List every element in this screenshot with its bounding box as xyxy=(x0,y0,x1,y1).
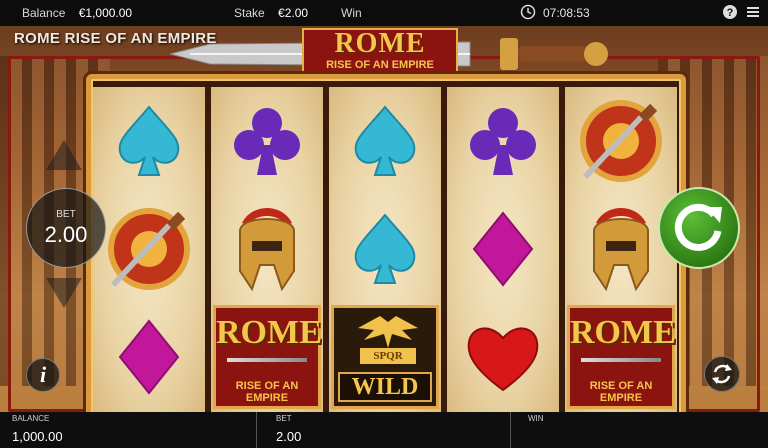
heart-icon xyxy=(467,327,539,392)
sword-icon xyxy=(581,358,661,362)
spin-arrow-icon xyxy=(674,203,722,251)
wild-symbol: SPQR WILD xyxy=(331,305,439,409)
win-display: Win xyxy=(341,6,362,20)
reel-cell: ROME RISE OF AN EMPIRE xyxy=(565,303,677,411)
svg-text:?: ? xyxy=(727,7,734,19)
helmet-icon xyxy=(593,208,649,292)
bet-decrease-button[interactable] xyxy=(46,278,82,308)
reel-2: ROME RISE OF AN EMPIRE xyxy=(211,87,323,412)
bottom-status-bar: BALANCE 1,000.00 BET 2.00 WIN xyxy=(0,412,768,448)
spade-icon xyxy=(354,105,416,176)
bet-selector[interactable]: BET 2.00 xyxy=(26,188,106,268)
help-icon[interactable]: ? xyxy=(722,4,738,20)
rome-scatter-symbol: ROME RISE OF AN EMPIRE xyxy=(567,305,676,409)
bet-selector-label: BET xyxy=(56,209,76,220)
reel-cell xyxy=(211,87,323,195)
reel-cell xyxy=(93,87,205,195)
reel-cell xyxy=(93,195,205,303)
reel-cell: SPQR WILD xyxy=(329,303,441,411)
reel-1 xyxy=(93,87,205,412)
logo-subtitle: RISE OF AN EMPIRE xyxy=(326,59,434,71)
info-button[interactable]: i xyxy=(26,358,60,392)
bottom-bet-label: BET xyxy=(276,414,292,423)
reel-4 xyxy=(447,87,559,412)
spade-icon xyxy=(118,105,180,176)
balance-label: Balance xyxy=(22,6,66,20)
bottom-balance: BALANCE 1,000.00 xyxy=(0,412,256,448)
reel-cell xyxy=(447,195,559,303)
rome-symbol-subtitle: RISE OF AN EMPIRE xyxy=(589,380,653,404)
spin-button[interactable] xyxy=(658,187,740,269)
reel-cell xyxy=(93,303,205,411)
reel-cell xyxy=(565,87,677,195)
helmet-icon xyxy=(239,208,295,292)
reel-cell xyxy=(329,87,441,195)
logo-title: ROME xyxy=(334,28,426,59)
shield-sword-icon xyxy=(108,208,190,290)
rome-symbol-title: ROME xyxy=(216,314,322,351)
diamond-icon xyxy=(472,211,534,287)
top-status-bar: Balance €1,000.00 Stake €2.00 Win 07:08:… xyxy=(0,0,768,26)
game-scene: ROME RISE OF AN EMPIRE ROME RISE OF AN E… xyxy=(0,26,768,412)
divider xyxy=(256,412,257,448)
wild-text: WILD xyxy=(338,372,432,402)
sword-icon xyxy=(227,358,307,362)
club-icon xyxy=(470,108,536,175)
club-icon xyxy=(234,108,300,175)
bottom-balance-value: 1,000.00 xyxy=(12,429,63,444)
reel-cell: ROME RISE OF AN EMPIRE xyxy=(211,303,323,411)
stake-value: €2.00 xyxy=(278,6,309,20)
autoplay-button[interactable] xyxy=(704,356,740,392)
reel-cell xyxy=(329,195,441,303)
rome-symbol-title: ROME xyxy=(570,314,676,351)
bet-selector-value: 2.00 xyxy=(44,222,88,247)
game-logo: ROME RISE OF AN EMPIRE xyxy=(302,28,458,76)
reel-cell xyxy=(447,303,559,411)
autoplay-icon xyxy=(712,364,732,384)
bottom-bet: BET 2.00 xyxy=(264,412,510,448)
bottom-win-label: WIN xyxy=(528,414,544,423)
reel-3: SPQR WILD xyxy=(329,87,441,412)
reel-cell xyxy=(447,87,559,195)
bottom-win: WIN xyxy=(516,412,768,448)
reel-frame: ROME RISE OF AN EMPIRE SPQR WILD ROME RI… xyxy=(86,74,686,412)
balance-value: €1,000.00 xyxy=(78,6,133,20)
rome-symbol-subtitle: RISE OF AN EMPIRE xyxy=(235,380,299,404)
spade-icon xyxy=(354,213,416,284)
bottom-bet-value: 2.00 xyxy=(276,429,302,444)
stake-label: Stake xyxy=(234,6,265,20)
divider xyxy=(510,412,511,448)
diamond-icon xyxy=(118,319,180,395)
wild-spqr-badge: SPQR xyxy=(360,348,416,364)
rome-scatter-symbol: ROME RISE OF AN EMPIRE xyxy=(213,305,322,409)
eagle-icon xyxy=(358,316,418,348)
reel-cell xyxy=(211,195,323,303)
win-label: Win xyxy=(341,6,362,20)
clock-icon xyxy=(520,4,536,20)
clock-time: 07:08:53 xyxy=(543,6,590,20)
stake-display: Stake €2.00 xyxy=(234,6,308,20)
bet-increase-button[interactable] xyxy=(46,140,82,170)
shield-sword-icon xyxy=(580,100,662,182)
bottom-balance-label: BALANCE xyxy=(12,414,50,423)
balance-display: Balance €1,000.00 xyxy=(22,6,132,20)
menu-icon[interactable] xyxy=(746,5,760,19)
